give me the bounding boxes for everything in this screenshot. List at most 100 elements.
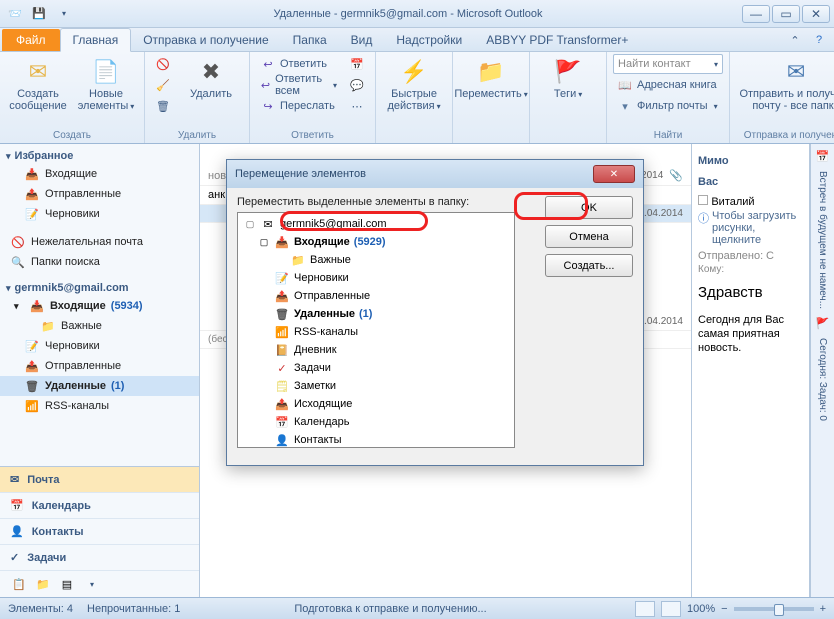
quick-access-toolbar: 📨 💾 ▾ (4, 4, 74, 24)
address-book-button[interactable]: 📖Адресная книга (613, 75, 723, 95)
tree-account[interactable]: ▢✉germnik5@gmail.com (240, 215, 512, 233)
shortcuts-icon[interactable]: ▤ (58, 575, 76, 593)
group-sendreceive: ✉ Отправить и получить почту - все папки… (730, 52, 834, 143)
tab-folder[interactable]: Папка (281, 29, 339, 51)
file-tab[interactable]: Файл (2, 29, 60, 51)
mail-icon: ✉ (22, 56, 54, 88)
qat-dropdown-icon[interactable]: ▾ (52, 4, 74, 24)
outlook-icon[interactable]: 📨 (4, 4, 26, 24)
nav-config-icon[interactable]: ▾ (82, 575, 100, 593)
junk-folder[interactable]: 🚫Нежелательная почта (0, 232, 199, 252)
folders-icon[interactable]: 📁 (34, 575, 52, 593)
download-images-hint[interactable]: ⓘЧтобы загрузить рисунки, щелкните (698, 210, 803, 246)
minimize-button[interactable]: — (742, 5, 770, 23)
module-contacts[interactable]: 👤Контакты (0, 519, 199, 545)
group-respond-label: Ответить (256, 128, 369, 143)
trash-icon: 🗑 (24, 378, 40, 394)
cleanup-button[interactable]: 🧹 (151, 75, 175, 95)
new-items-button[interactable]: 📄 Новые элементы▾ (74, 54, 138, 114)
message-subject: МимоВас (698, 148, 803, 190)
folder-icon: 📁 (40, 318, 56, 334)
fav-inbox[interactable]: 📥Входящие (0, 164, 199, 184)
more-respond-button[interactable]: ⋯ (345, 96, 369, 116)
inbox-folder[interactable]: ▾📥Входящие (5934) (0, 296, 199, 316)
group-new: ✉ Создать сообщение 📄 Новые элементы▾ Со… (0, 52, 145, 143)
folder-tree[interactable]: ▾Избранное 📥Входящие 📤Отправленные 📝Черн… (0, 144, 199, 466)
tree-contacts[interactable]: 👤Контакты (240, 431, 512, 448)
delete-button[interactable]: ✖ Удалить (179, 54, 243, 102)
tree-drafts[interactable]: 📝Черновики (240, 269, 512, 287)
tab-home[interactable]: Главная (60, 28, 132, 52)
sent-folder[interactable]: 📤Отправленные (0, 356, 199, 376)
tree-notes[interactable]: 🗒Заметки (240, 377, 512, 395)
view-reading-button[interactable] (661, 601, 681, 617)
sent-icon: 📤 (274, 288, 290, 304)
ribbon: ✉ Создать сообщение 📄 Новые элементы▾ Со… (0, 52, 834, 144)
ok-button[interactable]: OK (545, 196, 633, 219)
todo-bar[interactable]: 📅 Встреч в будущем не намеч... 🚩 Сегодня… (810, 144, 834, 597)
help-icon[interactable]: ? (810, 31, 828, 49)
group-sendrecv-label: Отправка и получение (736, 128, 834, 143)
tree-inbox[interactable]: ▢📥Входящие (5929) (240, 233, 512, 251)
delete-icon: ✖ (195, 56, 227, 88)
deleted-folder[interactable]: 🗑Удаленные (1) (0, 376, 199, 396)
tree-outbox[interactable]: 📤Исходящие (240, 395, 512, 413)
send-receive-button[interactable]: ✉ Отправить и получить почту - все папки (736, 54, 834, 114)
tree-important[interactable]: 📁Важные (240, 251, 512, 269)
folder-tree-picker[interactable]: ▢✉germnik5@gmail.com ▢📥Входящие (5929) 📁… (237, 212, 515, 448)
tree-tasks[interactable]: ✓Задачи (240, 359, 512, 377)
module-tasks[interactable]: ✓Задачи (0, 545, 199, 571)
close-button[interactable]: ✕ (802, 5, 830, 23)
tree-journal[interactable]: 📔Дневник (240, 341, 512, 359)
create-folder-button[interactable]: Создать... (545, 254, 633, 277)
save-icon[interactable]: 💾 (28, 4, 50, 24)
find-contact-input[interactable]: Найти контакт▾ (613, 54, 723, 74)
tab-addins[interactable]: Надстройки (384, 29, 474, 51)
account-header[interactable]: ▾germnik5@gmail.com (0, 280, 199, 296)
tree-rss[interactable]: 📶RSS-каналы (240, 323, 512, 341)
view-normal-button[interactable] (635, 601, 655, 617)
rss-folder[interactable]: 📶RSS-каналы (0, 396, 199, 416)
cancel-button[interactable]: Отмена (545, 225, 633, 248)
important-folder[interactable]: 📁Важные (0, 316, 199, 336)
forward-button[interactable]: ↪Переслать (256, 96, 341, 116)
junk-button[interactable]: 🗑 (151, 96, 175, 116)
rss-icon: 📶 (24, 398, 40, 414)
filter-mail-button[interactable]: ▾Фильтр почты▾ (613, 96, 723, 116)
dialog-close-button[interactable]: ✕ (593, 165, 635, 183)
maximize-button[interactable]: ▭ (772, 5, 800, 23)
zoom-in-button[interactable]: + (820, 603, 826, 615)
zoom-slider[interactable] (734, 607, 814, 611)
dialog-titlebar[interactable]: Перемещение элементов ✕ (227, 160, 643, 188)
meeting-button[interactable]: 📅 (345, 54, 369, 74)
fav-drafts[interactable]: 📝Черновики (0, 204, 199, 224)
notes-icon[interactable]: 📋 (10, 575, 28, 593)
im-button[interactable]: 💬 (345, 75, 369, 95)
ribbon-minimize-icon[interactable]: ⌃ (786, 31, 804, 49)
drafts-folder[interactable]: 📝Черновики (0, 336, 199, 356)
tags-button[interactable]: 🚩 Теги▾ (536, 54, 600, 102)
reply-all-button[interactable]: ↩Ответить всем▾ (256, 75, 341, 95)
reply-button[interactable]: ↩Ответить (256, 54, 341, 74)
search-folders[interactable]: 🔍Папки поиска (0, 252, 199, 272)
favorites-header[interactable]: ▾Избранное (0, 148, 199, 164)
fav-sent[interactable]: 📤Отправленные (0, 184, 199, 204)
group-delete-label: Удалить (151, 128, 243, 143)
ribbon-tabs: Файл Главная Отправка и получение Папка … (0, 28, 834, 52)
tree-calendar[interactable]: 📅Календарь (240, 413, 512, 431)
new-message-button[interactable]: ✉ Создать сообщение (6, 54, 70, 114)
tab-view[interactable]: Вид (339, 29, 385, 51)
module-mail[interactable]: ✉Почта (0, 467, 199, 493)
tab-send-receive[interactable]: Отправка и получение (131, 29, 280, 51)
tree-deleted[interactable]: 🗑Удаленные (1) (240, 305, 512, 323)
calendar-icon: 📅 (10, 499, 24, 512)
to-meta: Кому: (698, 264, 803, 275)
tab-abbyy[interactable]: ABBYY PDF Transformer+ (474, 29, 640, 51)
nav-modules: ✉Почта 📅Календарь 👤Контакты ✓Задачи 📋 📁 … (0, 466, 199, 597)
module-calendar[interactable]: 📅Календарь (0, 493, 199, 519)
quick-steps-button[interactable]: ⚡ Быстрые действия▾ (382, 54, 446, 114)
ignore-button[interactable]: 🚫 (151, 54, 175, 74)
move-button[interactable]: 📁 Переместить▾ (459, 54, 523, 102)
tree-sent[interactable]: 📤Отправленные (240, 287, 512, 305)
zoom-out-button[interactable]: − (721, 603, 727, 615)
